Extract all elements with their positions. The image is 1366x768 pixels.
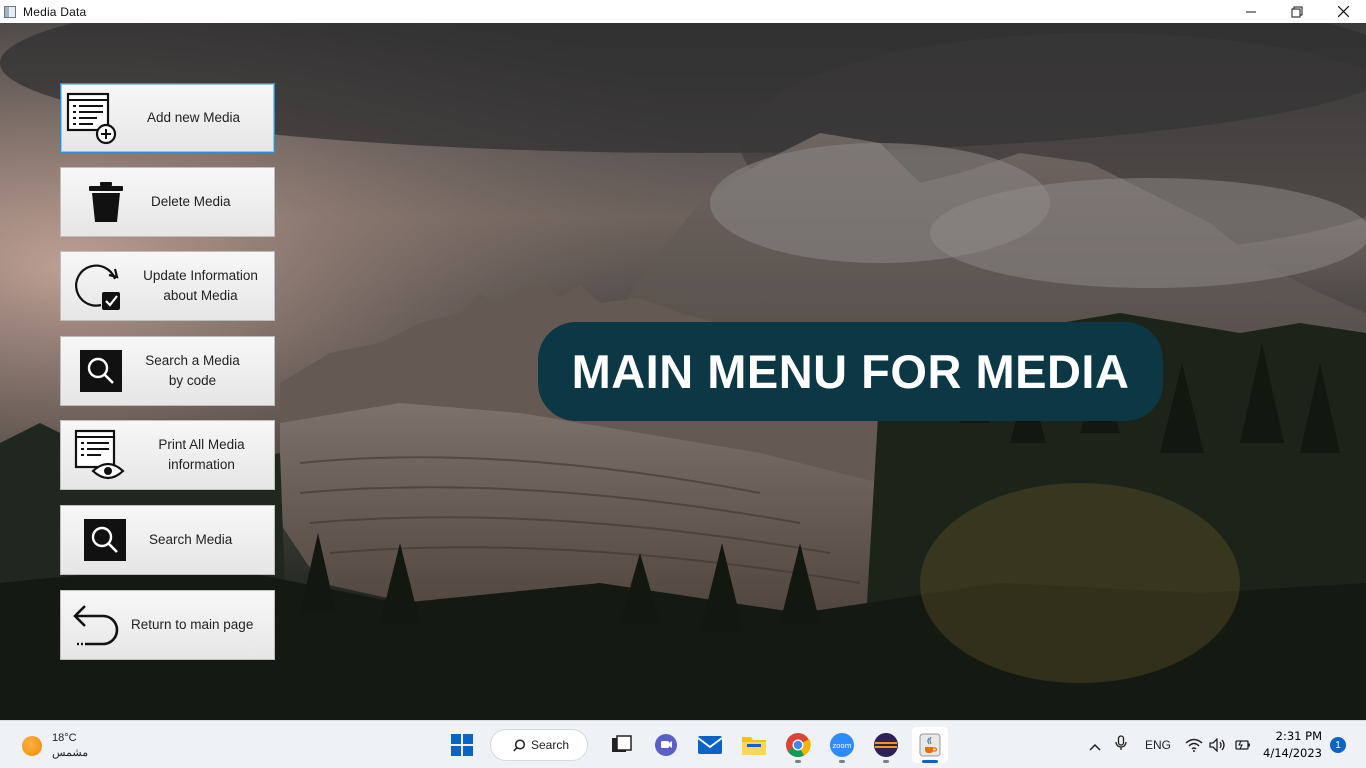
- search-icon: [61, 341, 141, 401]
- zoom-icon: zoom: [830, 733, 854, 757]
- chrome-icon: [786, 733, 811, 758]
- minimize-button[interactable]: [1228, 0, 1274, 23]
- search-media-by-code-button[interactable]: Search a Media by code: [60, 336, 275, 406]
- taskbar-apps: Search zoom: [440, 727, 952, 763]
- chrome-button[interactable]: [780, 727, 816, 763]
- weather-description: مشمس: [52, 747, 89, 759]
- java-app-button[interactable]: [912, 727, 948, 763]
- delete-media-label: Delete Media: [151, 194, 231, 209]
- eclipse-button[interactable]: [868, 727, 904, 763]
- clock-time: 2:31 PM: [1275, 729, 1322, 743]
- battery-icon: [1235, 740, 1251, 750]
- network-volume-battery[interactable]: [1185, 738, 1251, 752]
- banner-title: MAIN MENU FOR MEDIA: [571, 345, 1130, 398]
- zoom-button[interactable]: zoom: [824, 727, 860, 763]
- update-media-button[interactable]: Update Information about Media: [60, 251, 275, 321]
- system-tray: ENG 2:31 PM 4/14/2023 1: [1089, 721, 1366, 768]
- maximize-button[interactable]: [1274, 0, 1320, 23]
- window-title: Media Data: [23, 4, 87, 19]
- close-icon: [1337, 6, 1349, 17]
- delete-media-button[interactable]: Delete Media: [60, 167, 275, 237]
- chevron-up-icon: [1089, 743, 1101, 751]
- window-titlebar: Media Data: [0, 0, 1366, 23]
- search-media-label: Search Media: [149, 532, 233, 547]
- microphone-button[interactable]: [1115, 735, 1127, 755]
- search-icon: [61, 510, 149, 570]
- weather-widget[interactable]: 18°C مشمس: [22, 731, 88, 761]
- restore-icon: [1291, 6, 1303, 17]
- refresh-check-icon: [61, 256, 135, 316]
- task-view-button[interactable]: [604, 727, 640, 763]
- file-explorer-button[interactable]: [736, 727, 772, 763]
- app-icon: [4, 5, 16, 18]
- add-new-media-button[interactable]: Add new Media: [60, 83, 275, 153]
- java-icon: [919, 733, 941, 757]
- taskbar-search-label: Search: [531, 738, 570, 752]
- chat-icon: [655, 734, 677, 756]
- show-hidden-icons-button[interactable]: [1089, 736, 1101, 755]
- add-list-icon: [61, 88, 121, 148]
- teams-chat-button[interactable]: [648, 727, 684, 763]
- microphone-icon: [1115, 735, 1127, 750]
- mail-button[interactable]: [692, 727, 728, 763]
- weather-temperature: 18°C: [52, 732, 77, 744]
- clock-date: 4/14/2023: [1263, 746, 1322, 760]
- start-button[interactable]: [444, 727, 480, 763]
- sun-icon: [22, 736, 42, 756]
- return-main-page-label: Return to main page: [131, 617, 254, 632]
- search-icon: [513, 738, 526, 752]
- main-menu-banner: MAIN MENU FOR MEDIA: [538, 322, 1163, 421]
- return-main-page-button[interactable]: Return to main page: [60, 590, 275, 660]
- minimize-icon: [1246, 11, 1256, 12]
- window-controls: [1228, 0, 1366, 23]
- windows-icon: [451, 734, 473, 756]
- mail-icon: [697, 736, 723, 754]
- language-indicator[interactable]: ENG: [1145, 738, 1171, 752]
- taskbar: 18°C مشمس Search zoom ENG 2:31 PM 4/14/2…: [0, 720, 1366, 768]
- svg-text:zoom: zoom: [832, 742, 851, 750]
- volume-icon: [1209, 738, 1225, 752]
- print-all-media-label: Print All Media information: [158, 437, 245, 472]
- search-media-by-code-label: Search a Media by code: [145, 353, 240, 388]
- folder-icon: [742, 737, 766, 755]
- wifi-icon: [1185, 738, 1203, 752]
- search-media-button[interactable]: Search Media: [60, 505, 275, 575]
- trash-icon: [61, 172, 151, 232]
- taskbar-search[interactable]: Search: [490, 729, 588, 761]
- print-all-media-button[interactable]: Print All Media information: [60, 420, 275, 490]
- update-media-label: Update Information about Media: [143, 268, 258, 303]
- notification-badge[interactable]: 1: [1330, 737, 1346, 753]
- eclipse-icon: [874, 733, 898, 757]
- return-arrow-icon: [61, 595, 131, 655]
- add-new-media-label: Add new Media: [146, 110, 241, 125]
- clock[interactable]: 2:31 PM 4/14/2023: [1263, 728, 1322, 762]
- list-eye-icon: [61, 425, 137, 485]
- task-view-icon: [612, 735, 632, 752]
- close-button[interactable]: [1320, 0, 1366, 23]
